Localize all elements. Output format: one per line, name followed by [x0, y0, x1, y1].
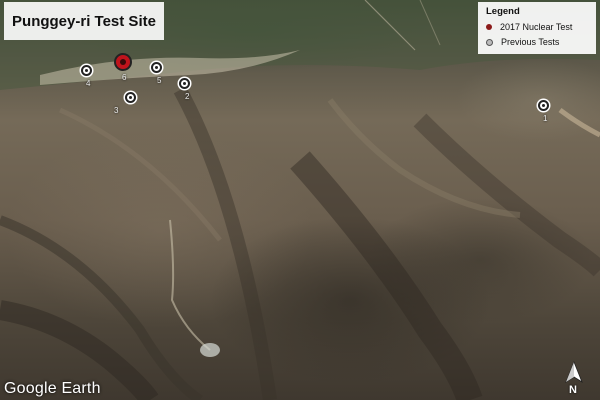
north-arrow-icon[interactable]: N [562, 360, 586, 396]
marker-label-3: 3 [114, 106, 119, 115]
google-earth-logo: Google Earth [4, 380, 101, 397]
legend-item-2017: 2017 Nuclear Test [486, 22, 572, 32]
north-label: N [569, 384, 577, 396]
test-site-marker-3[interactable] [125, 92, 136, 103]
gray-target-icon [486, 38, 493, 46]
marker-label-4: 4 [86, 79, 91, 88]
legend-label: 2017 Nuclear Test [500, 22, 573, 32]
satellite-map[interactable]: Punggey-ri Test Site Legend 2017 Nuclear… [0, 0, 600, 400]
test-site-marker-1[interactable] [538, 100, 549, 111]
nuclear-test-2017-marker[interactable] [114, 53, 132, 71]
marker-label-5: 5 [157, 76, 162, 85]
map-title-box: Punggey-ri Test Site [4, 2, 164, 40]
arrow-up-icon [565, 360, 583, 383]
legend-label: Previous Tests [501, 37, 560, 47]
legend-title: Legend [486, 6, 520, 17]
map-title: Punggey-ri Test Site [12, 12, 156, 30]
marker-label-6: 6 [122, 73, 127, 82]
red-dot-icon [486, 24, 492, 30]
test-site-marker-5[interactable] [151, 62, 162, 73]
terrain-texture [0, 0, 600, 400]
legend-box: Legend 2017 Nuclear Test Previous Tests [478, 2, 596, 54]
legend-item-previous: Previous Tests [486, 37, 559, 47]
marker-label-2: 2 [185, 92, 190, 101]
marker-label-1: 1 [543, 114, 548, 123]
test-site-marker-2[interactable] [179, 78, 190, 89]
test-site-marker-4[interactable] [81, 65, 92, 76]
